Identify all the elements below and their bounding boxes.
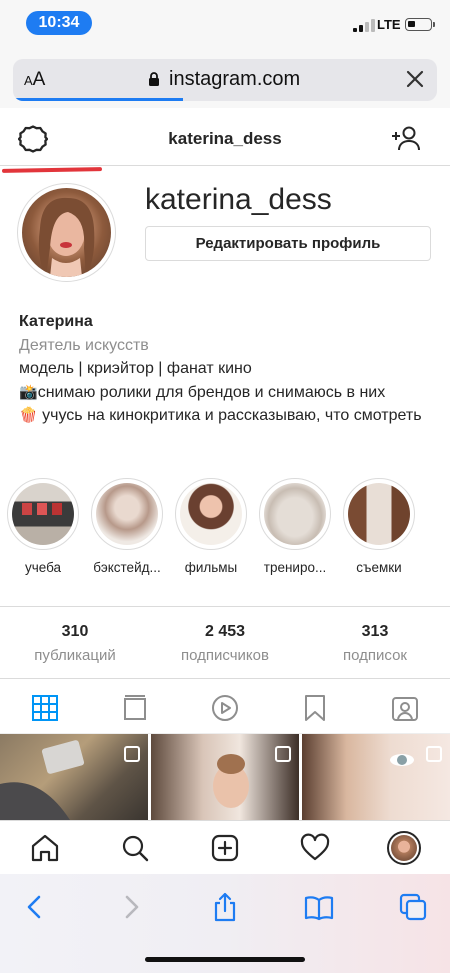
- profile-tabs: [0, 680, 450, 734]
- close-icon[interactable]: [403, 67, 427, 91]
- bio-line: 📸снимаю ролики для брендов и снимаюсь в …: [19, 382, 386, 401]
- igtv-icon[interactable]: [120, 693, 150, 723]
- profile-name: Катерина: [19, 313, 93, 330]
- reels-icon[interactable]: [210, 693, 240, 723]
- url-text: instagram.com: [169, 68, 301, 90]
- post-thumbnail[interactable]: [302, 734, 450, 820]
- grid-icon[interactable]: [30, 693, 60, 723]
- tabs-icon[interactable]: [398, 892, 428, 922]
- multiple-photos-icon: [275, 746, 291, 762]
- multiple-photos-icon: [426, 746, 442, 762]
- profile-nav-avatar[interactable]: [387, 831, 421, 865]
- edit-profile-button[interactable]: Редактировать профиль: [145, 226, 431, 261]
- highlight-label: бэкстейд...: [93, 560, 161, 575]
- forward-icon[interactable]: [116, 892, 146, 922]
- tagged-icon[interactable]: [390, 693, 420, 723]
- following-count[interactable]: 313 подписок: [300, 623, 450, 664]
- status-bar: 10:34 LTE: [0, 0, 450, 46]
- camera-flash-icon: 📸: [19, 382, 38, 401]
- post-thumbnail[interactable]: [151, 734, 299, 820]
- share-icon[interactable]: [210, 892, 240, 922]
- bio-line: 🍿 учусь на кинокритика и рассказываю, чт…: [19, 406, 422, 424]
- instagram-bottom-nav: [0, 820, 450, 874]
- header-username: katerina_dess: [168, 129, 282, 148]
- story-highlights: учеба бэкстейд... фильмы трениро... съем…: [0, 478, 450, 588]
- avatar-photo: [22, 188, 111, 277]
- followers-count[interactable]: 2 453 подписчиков: [150, 623, 300, 664]
- saved-icon[interactable]: [300, 693, 330, 723]
- highlight-label: трениро...: [263, 560, 327, 575]
- post-thumbnail[interactable]: [0, 734, 148, 820]
- profile-stats: 310 публикаций 2 453 подписчиков 313 под…: [0, 606, 450, 679]
- lock-icon: [149, 72, 159, 86]
- search-icon[interactable]: [120, 833, 150, 863]
- post-grid: [0, 734, 450, 820]
- highlight-item[interactable]: съемки: [340, 478, 418, 575]
- profile-username: katerina_dess: [145, 183, 332, 216]
- network-type: LTE: [377, 17, 401, 32]
- page-load-progress: [13, 98, 183, 101]
- highlight-item[interactable]: фильмы: [172, 478, 250, 575]
- add-user-icon[interactable]: [390, 124, 422, 152]
- highlight-item[interactable]: трениро...: [256, 478, 334, 575]
- address-bar[interactable]: AA instagram.com: [13, 59, 437, 101]
- profile-header: katerina_dess: [0, 108, 450, 166]
- back-icon[interactable]: [20, 892, 50, 922]
- popcorn-icon: 🍿: [19, 406, 38, 424]
- home-icon[interactable]: [30, 833, 60, 863]
- status-time: 10:34: [26, 11, 92, 35]
- heart-icon[interactable]: [300, 833, 330, 863]
- highlight-label: учеба: [24, 560, 62, 575]
- bookmarks-icon[interactable]: [304, 892, 334, 922]
- text-size-button[interactable]: AA: [24, 69, 45, 91]
- annotation-underline: [1, 167, 103, 173]
- signal-icon: [353, 19, 375, 32]
- highlight-label: фильмы: [184, 560, 238, 575]
- new-post-icon[interactable]: [210, 833, 240, 863]
- browser-address-area: AA instagram.com: [0, 46, 450, 108]
- highlight-label: съемки: [356, 560, 402, 575]
- profile-category: Деятель искусств: [19, 336, 149, 354]
- browser-toolbar: [0, 874, 450, 973]
- multiple-photos-icon: [124, 746, 140, 762]
- highlight-item[interactable]: бэкстейд...: [88, 478, 166, 575]
- posts-count[interactable]: 310 публикаций: [0, 623, 150, 664]
- profile-bio: Катерина Деятель искусств модель | криэй…: [19, 310, 434, 428]
- battery-icon: [405, 18, 435, 31]
- profile-avatar[interactable]: [17, 183, 116, 282]
- highlight-item[interactable]: учеба: [4, 478, 82, 575]
- home-indicator: [145, 957, 305, 962]
- bio-line: модель | криэйтор | фанат кино: [19, 360, 252, 377]
